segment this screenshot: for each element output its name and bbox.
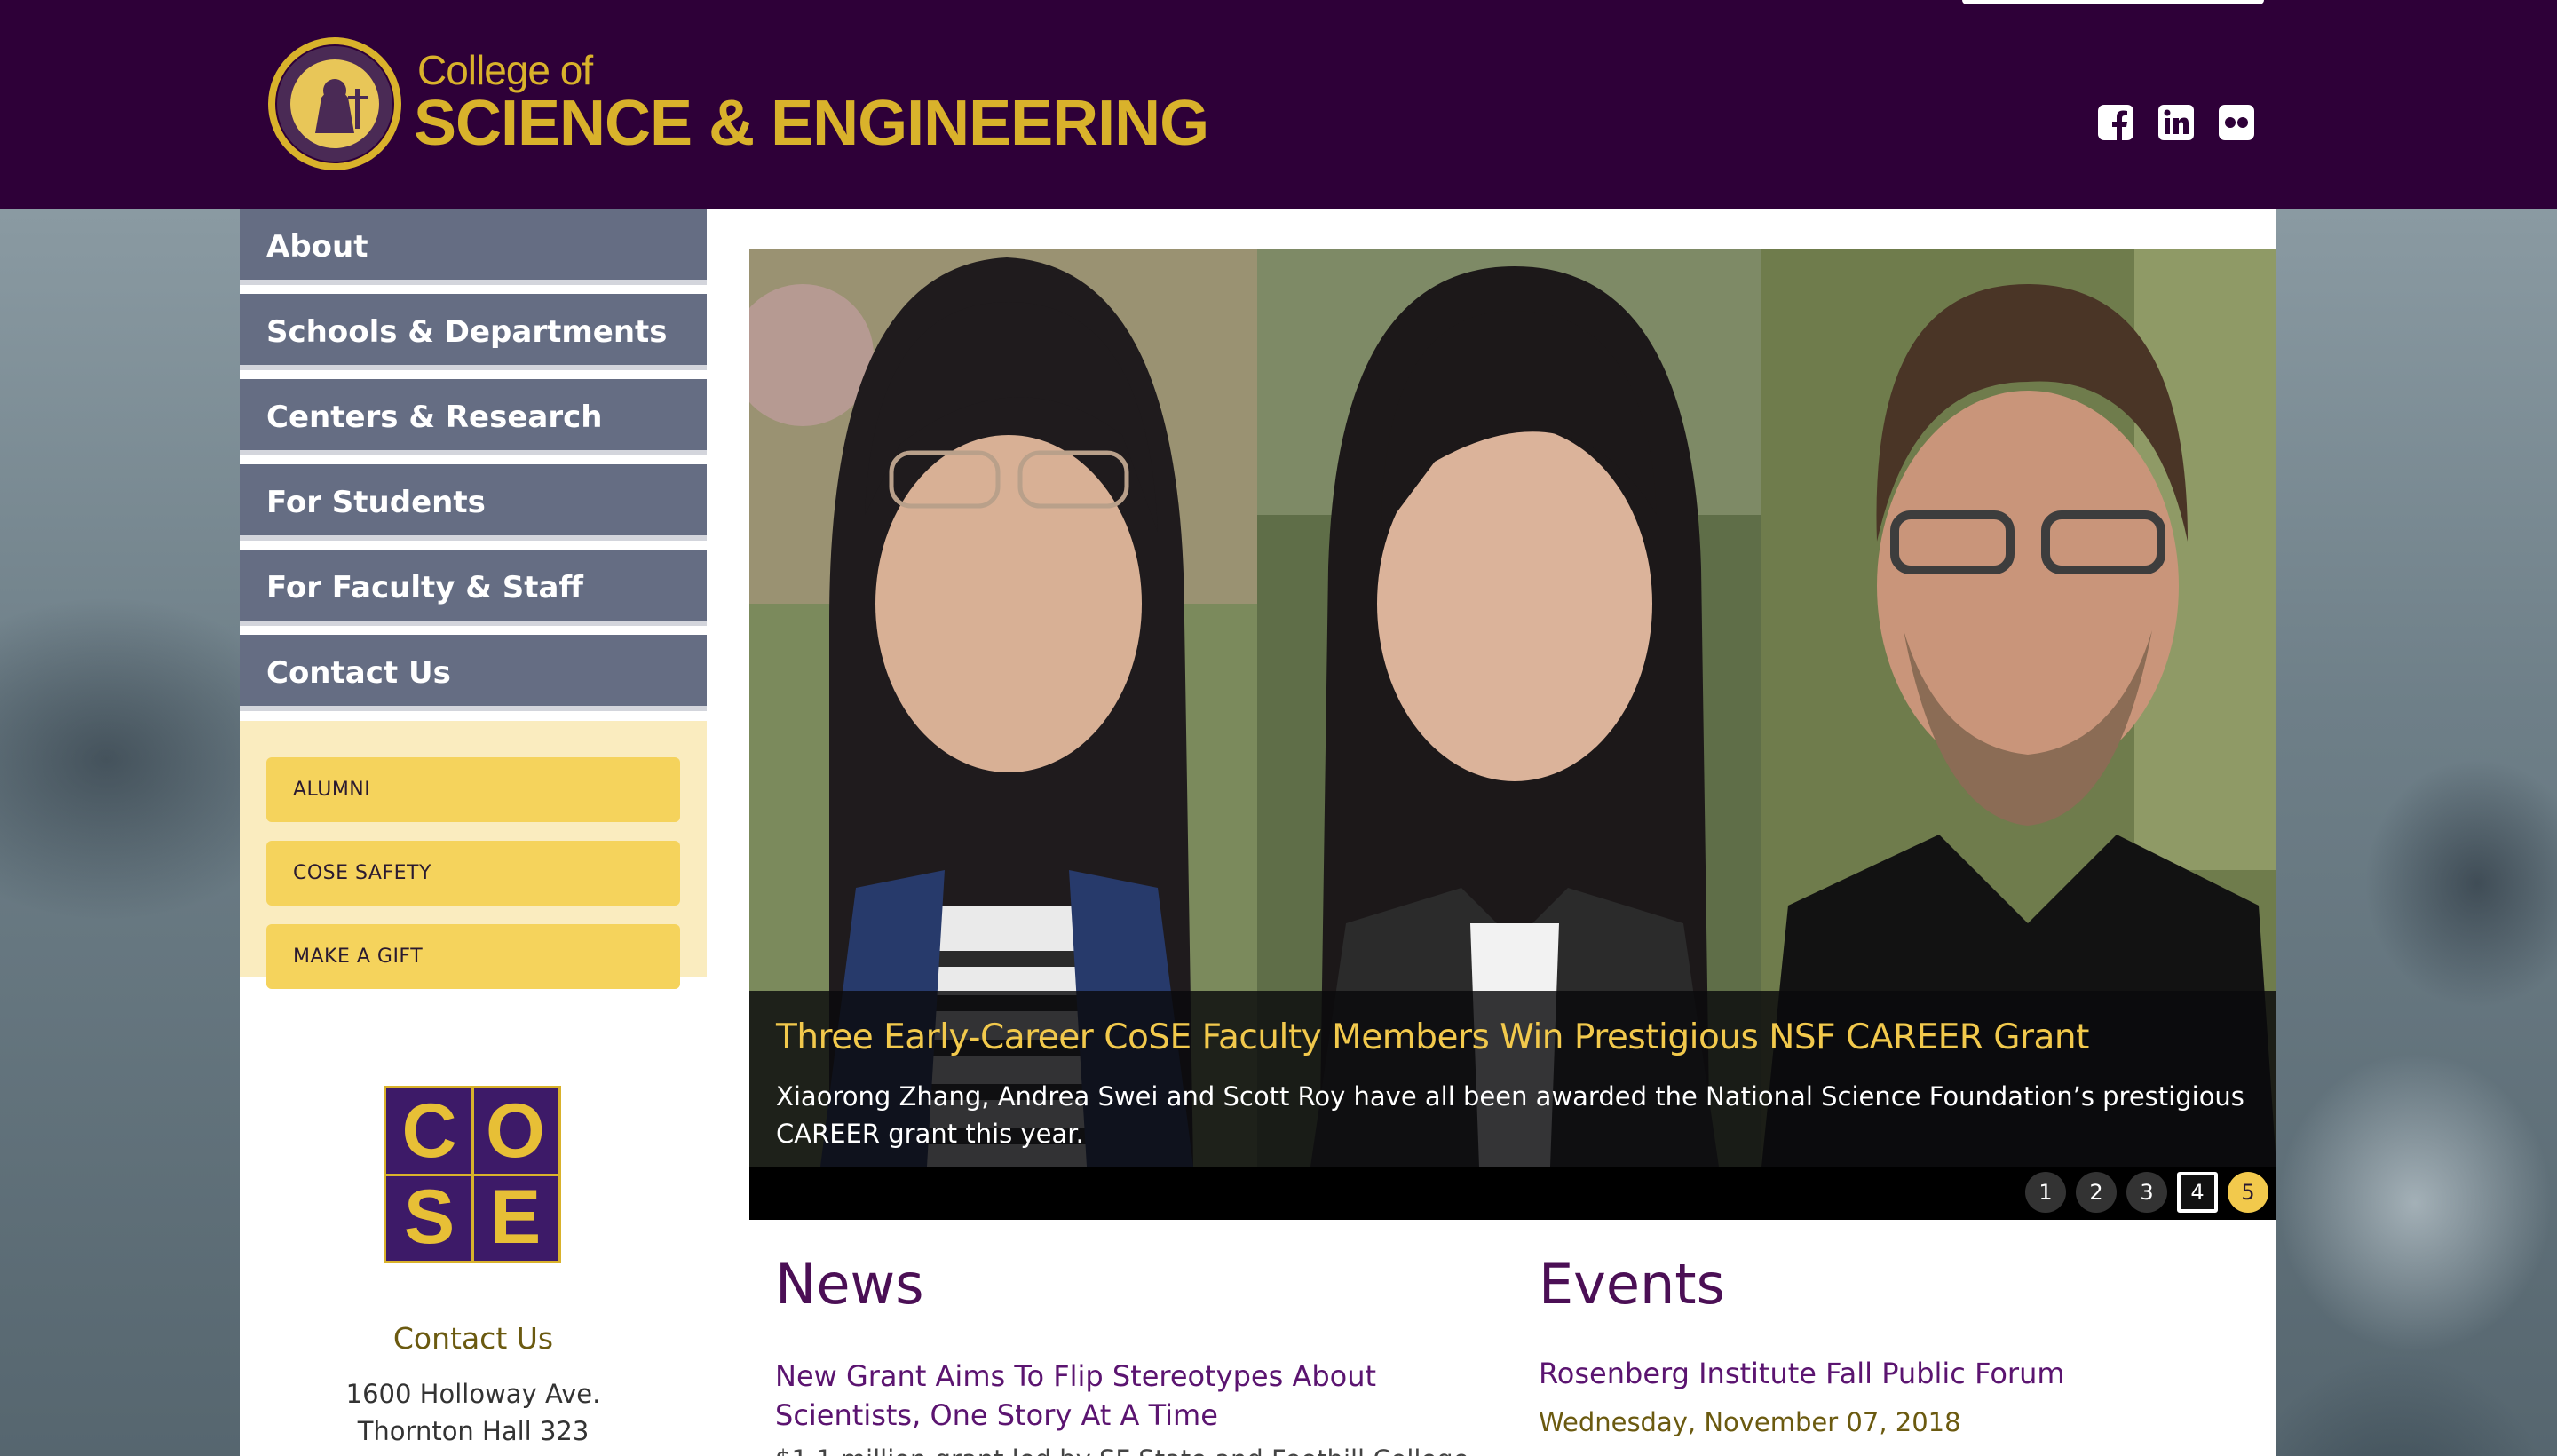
nav-item-contact-us[interactable]: Contact Us	[240, 635, 707, 711]
cose-logo[interactable]: C O S E	[384, 1086, 561, 1263]
address-line: 1600 Holloway Ave.	[345, 1379, 601, 1409]
news-item-snippet: $1.1 million grant led by SF State and F…	[775, 1440, 1485, 1456]
flickr-icon[interactable]	[2218, 104, 2255, 141]
event-item-date: Wednesday, November 07, 2018	[1539, 1407, 1961, 1437]
address-line: Thornton Hall 323	[357, 1416, 590, 1446]
logo-science-engineering[interactable]: SCIENCE & ENGINEERING	[414, 87, 1209, 160]
slide-pager-4[interactable]: 4	[2177, 1172, 2218, 1213]
nav-item-for-faculty-staff[interactable]: For Faculty & Staff	[240, 550, 707, 626]
quick-links-panel: ALUMNI COSE SAFETY MAKE A GIFT	[240, 721, 707, 989]
facebook-icon[interactable]	[2097, 104, 2134, 141]
alumni-button[interactable]: ALUMNI	[266, 757, 680, 822]
site-header: College of SCIENCE & ENGINEERING	[0, 0, 2557, 209]
slide-title[interactable]: Three Early-Career CoSE Faculty Members …	[776, 1017, 2089, 1057]
news-item-link[interactable]: New Grant Aims To Flip Stereotypes About…	[775, 1357, 1485, 1435]
slide-pager-2[interactable]: 2	[2076, 1172, 2117, 1213]
slide-description: Xiaorong Zhang, Andrea Swei and Scott Ro…	[776, 1081, 2244, 1149]
linkedin-icon[interactable]	[2157, 104, 2195, 141]
cose-logo-letter: O	[486, 1088, 545, 1174]
search-tab[interactable]	[1962, 0, 2264, 4]
cose-logo-letter: S	[403, 1175, 455, 1260]
sidebar: About Schools & Departments Centers & Re…	[240, 209, 707, 1456]
cose-logo-letter: E	[489, 1175, 542, 1260]
nav-item-about[interactable]: About	[240, 209, 707, 285]
nav-item-centers-research[interactable]: Centers & Research	[240, 379, 707, 455]
cose-logo-letter: C	[401, 1088, 457, 1174]
news-heading: News	[775, 1252, 924, 1317]
nav-item-for-students[interactable]: For Students	[240, 464, 707, 541]
nav-item-schools-departments[interactable]: Schools & Departments	[240, 294, 707, 370]
sfsu-seal-icon[interactable]	[266, 36, 403, 172]
contact-us-link[interactable]: Contact Us	[240, 1321, 707, 1356]
slide-pager-1[interactable]: 1	[2025, 1172, 2066, 1213]
make-a-gift-button[interactable]: MAKE A GIFT	[266, 924, 680, 989]
slide-pager-3[interactable]: 3	[2126, 1172, 2167, 1213]
event-item-link[interactable]: Rosenberg Institute Fall Public Forum	[1539, 1357, 2065, 1390]
slide-pager-5[interactable]: 5	[2228, 1172, 2268, 1213]
cose-safety-button[interactable]: COSE SAFETY	[266, 841, 680, 906]
logo-divider	[471, 1088, 474, 1261]
slide-caption[interactable]: Three Early-Career CoSE Faculty Members …	[749, 991, 2276, 1167]
events-heading: Events	[1539, 1252, 1725, 1317]
feature-slider[interactable]: Three Early-Career CoSE Faculty Members …	[749, 249, 2276, 1220]
